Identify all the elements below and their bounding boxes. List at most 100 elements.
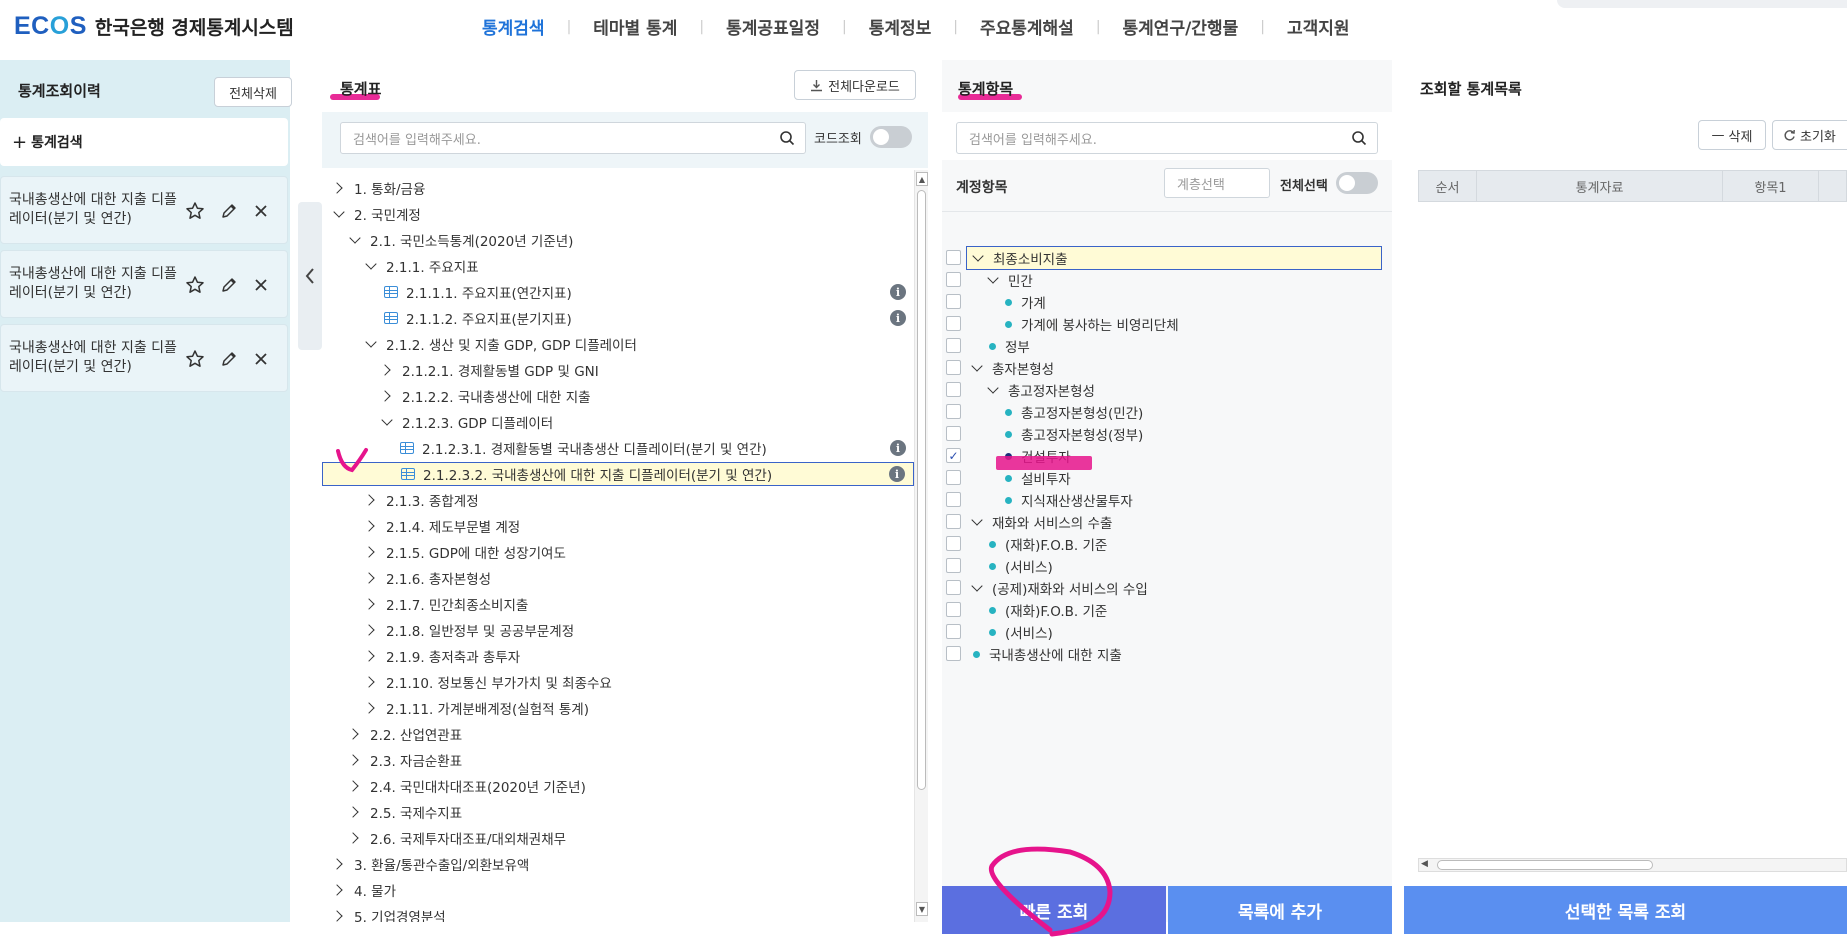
chevron-down-icon[interactable] bbox=[970, 515, 984, 529]
stat-item-row[interactable]: (재화)F.O.B. 기준 bbox=[966, 532, 1366, 556]
clear-all-button[interactable]: 전체삭제 bbox=[214, 77, 292, 107]
tree-node-label[interactable]: 2.1.9. 총저축과 총투자 bbox=[386, 646, 520, 666]
close-icon[interactable] bbox=[249, 199, 273, 223]
tree-folder-node[interactable]: 2.1.11. 가계분배계정(실험적 통계) bbox=[322, 696, 914, 720]
close-icon[interactable] bbox=[249, 347, 273, 371]
chevron-right-icon[interactable] bbox=[364, 493, 378, 507]
chevron-down-icon[interactable] bbox=[986, 383, 1000, 397]
chevron-right-icon[interactable] bbox=[364, 675, 378, 689]
tree-node-label[interactable]: 2.1.11. 가계분배계정(실험적 통계) bbox=[386, 698, 589, 718]
tree-node-label[interactable]: 2. 국민계정 bbox=[354, 204, 421, 224]
nav-item[interactable]: 통계정보 bbox=[847, 14, 954, 39]
stat-item-row[interactable]: (공제)재화와 서비스의 수입 bbox=[966, 576, 1366, 600]
chevron-down-icon[interactable] bbox=[971, 251, 985, 265]
chevron-right-icon[interactable] bbox=[332, 883, 346, 897]
tree-node-label[interactable]: 2.2. 산업연관표 bbox=[370, 724, 462, 744]
stat-item-row[interactable]: 가계 bbox=[966, 290, 1366, 314]
stat-item-label[interactable]: 최종소비지출 bbox=[993, 248, 1068, 268]
stat-item-label[interactable]: 가계 bbox=[1021, 292, 1046, 312]
chevron-right-icon[interactable] bbox=[380, 363, 394, 377]
nav-item[interactable]: 고객지원 bbox=[1265, 14, 1372, 39]
tree-node-label[interactable]: 2.3. 자금순환표 bbox=[370, 750, 462, 770]
stat-item-row[interactable]: 설비투자 bbox=[966, 466, 1366, 490]
stat-item-row[interactable]: 가계에 봉사하는 비영리단체 bbox=[966, 312, 1366, 336]
tree-folder-node[interactable]: 3. 환율/통관수출입/외환보유액 bbox=[322, 852, 914, 876]
tree-node-label[interactable]: 2.1.2.3. GDP 디플레이터 bbox=[402, 412, 553, 432]
stat-item-label[interactable]: (서비스) bbox=[1005, 622, 1053, 642]
tree-node-label[interactable]: 2.5. 국제수지표 bbox=[370, 802, 462, 822]
item-checkbox[interactable] bbox=[946, 514, 961, 529]
item-checkbox[interactable] bbox=[946, 580, 961, 595]
chevron-down-icon[interactable] bbox=[348, 233, 362, 247]
tree-folder-node[interactable]: 2.1. 국민소득통계(2020년 기준년) bbox=[322, 228, 914, 252]
tree-node-label[interactable]: 2.1.2.3.2. 국내총생산에 대한 지출 디플레이터(분기 및 연간) bbox=[423, 464, 772, 484]
stat-item-row[interactable]: 총고정자본형성 bbox=[966, 378, 1366, 402]
star-icon[interactable] bbox=[183, 199, 207, 223]
search-icon[interactable] bbox=[1351, 130, 1367, 146]
history-item[interactable]: 국내총생산에 대한 지출 디플레이터(분기 및 연간) bbox=[0, 324, 288, 392]
scrollbar-thumb[interactable] bbox=[1437, 860, 1653, 870]
tree-folder-node[interactable]: 2.1.2.3. GDP 디플레이터 bbox=[322, 410, 914, 434]
stat-item-label[interactable]: 총고정자본형성 bbox=[1008, 380, 1095, 400]
history-item-label[interactable]: 국내총생산에 대한 지출 디플레이터(분기 및 연간) bbox=[9, 339, 181, 377]
tree-node-label[interactable]: 2.1.7. 민간최종소비지출 bbox=[386, 594, 528, 614]
stat-item-row[interactable]: 민간 bbox=[966, 268, 1366, 292]
tree-table-node[interactable]: 2.1.1.1. 주요지표(연간지표) i bbox=[322, 280, 914, 304]
chevron-right-icon[interactable] bbox=[364, 571, 378, 585]
scrollbar-thumb[interactable] bbox=[917, 190, 926, 790]
tree-folder-node[interactable]: 2.4. 국민대차대조표(2020년 기준년) bbox=[322, 774, 914, 798]
scroll-down-icon[interactable]: ▼ bbox=[916, 902, 928, 916]
item-checkbox[interactable] bbox=[946, 338, 961, 353]
chevron-right-icon[interactable] bbox=[348, 753, 362, 767]
tree-node-label[interactable]: 2.1.2. 생산 및 지출 GDP, GDP 디플레이터 bbox=[386, 334, 637, 354]
tree-folder-node[interactable]: 2.3. 자금순환표 bbox=[322, 748, 914, 772]
chevron-right-icon[interactable] bbox=[364, 545, 378, 559]
tree-node-label[interactable]: 2.1.4. 제도부문별 계정 bbox=[386, 516, 520, 536]
info-icon[interactable]: i bbox=[890, 310, 906, 326]
chevron-right-icon[interactable] bbox=[364, 701, 378, 715]
tree-folder-node[interactable]: 2.1.3. 종합계정 bbox=[322, 488, 914, 512]
item-checkbox[interactable] bbox=[946, 492, 961, 507]
history-item-label[interactable]: 국내총생산에 대한 지출 디플레이터(분기 및 연간) bbox=[9, 191, 181, 229]
stat-item-row[interactable]: 총자본형성 bbox=[966, 356, 1366, 380]
tree-node-label[interactable]: 2.6. 국제투자대조표/대외채권채무 bbox=[370, 828, 566, 848]
stat-item-row[interactable]: 국내총생산에 대한 지출 bbox=[966, 642, 1366, 666]
chevron-right-icon[interactable] bbox=[364, 519, 378, 533]
stat-item-label[interactable]: 가계에 봉사하는 비영리단체 bbox=[1021, 314, 1179, 334]
scroll-left-icon[interactable]: ◀ bbox=[1421, 859, 1428, 869]
tree-folder-node[interactable]: 2.1.2. 생산 및 지출 GDP, GDP 디플레이터 bbox=[322, 332, 914, 356]
info-icon[interactable]: i bbox=[889, 466, 905, 482]
history-item-label[interactable]: 국내총생산에 대한 지출 디플레이터(분기 및 연간) bbox=[9, 265, 181, 303]
tree-folder-node[interactable]: 2.1.8. 일반정부 및 공공부문계정 bbox=[322, 618, 914, 642]
item-checkbox[interactable] bbox=[946, 272, 961, 287]
tree-folder-node[interactable]: 2.6. 국제투자대조표/대외채권채무 bbox=[322, 826, 914, 850]
tree-folder-node[interactable]: 2.1.10. 정보통신 부가가치 및 최종수요 bbox=[322, 670, 914, 694]
chevron-right-icon[interactable] bbox=[348, 831, 362, 845]
tree-folder-node[interactable]: 2.1.9. 총저축과 총투자 bbox=[322, 644, 914, 668]
item-checkbox[interactable] bbox=[946, 470, 961, 485]
stat-item-label[interactable]: 지식재산생산물투자 bbox=[1021, 490, 1133, 510]
stat-item-row[interactable]: 재화와 서비스의 수출 bbox=[966, 510, 1366, 534]
tree-node-label[interactable]: 2.1.2.1. 경제활동별 GDP 및 GNI bbox=[402, 360, 599, 380]
download-all-button[interactable]: 전체다운로드 bbox=[794, 70, 916, 100]
tree-node-label[interactable]: 2.1.5. GDP에 대한 성장기여도 bbox=[386, 542, 566, 562]
edit-icon[interactable] bbox=[217, 199, 241, 223]
scroll-up-icon[interactable]: ▲ bbox=[916, 172, 928, 186]
quick-query-button[interactable]: 빠른 조회 bbox=[942, 886, 1166, 934]
stat-item-row[interactable]: 총고정자본형성(정부) bbox=[966, 422, 1366, 446]
tree-folder-node[interactable]: 1. 통화/금융 bbox=[322, 176, 914, 200]
tree-node-label[interactable]: 5. 기업경영분석 bbox=[354, 906, 446, 922]
stat-item-row[interactable]: 최종소비지출 bbox=[966, 246, 1382, 270]
add-to-list-button[interactable]: 목록에 추가 bbox=[1168, 886, 1392, 934]
chevron-right-icon[interactable] bbox=[348, 805, 362, 819]
stats-search-input[interactable]: 검색어를 입력해주세요. bbox=[340, 122, 806, 154]
tree-folder-node[interactable]: 2.1.2.1. 경제활동별 GDP 및 GNI bbox=[322, 358, 914, 382]
col-order[interactable]: 순서 bbox=[1419, 171, 1477, 201]
tree-node-label[interactable]: 2.4. 국민대차대조표(2020년 기준년) bbox=[370, 776, 586, 796]
chevron-down-icon[interactable] bbox=[970, 361, 984, 375]
add-search-button[interactable]: + 통계검색 bbox=[0, 118, 288, 166]
tree-node-label[interactable]: 2.1.6. 총자본형성 bbox=[386, 568, 491, 588]
chevron-down-icon[interactable] bbox=[380, 415, 394, 429]
close-icon[interactable] bbox=[249, 273, 273, 297]
tree-node-label[interactable]: 2.1.3. 종합계정 bbox=[386, 490, 479, 510]
